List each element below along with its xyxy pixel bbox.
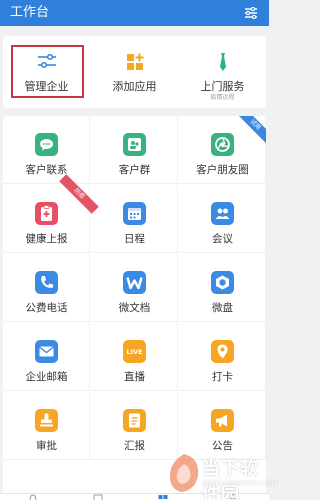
app-label: 客户联系 [25, 164, 68, 176]
app-schedule[interactable]: 日程 [91, 185, 178, 253]
app-approval[interactable]: 审批 [3, 392, 90, 460]
onsite-service-button[interactable]: 上门服务 疫情远程 [179, 36, 266, 108]
app-label: 会议 [212, 233, 233, 245]
app-label: 审批 [36, 440, 57, 452]
app-label: 微盘 [212, 302, 233, 314]
tab-email-icon[interactable] [93, 494, 103, 500]
app-wedoc[interactable]: 微文档 [91, 254, 178, 322]
app-label: 客户朋友圈 [196, 164, 249, 176]
quick-actions-card: 管理企业 添加应用 上门服务 疫情远程 [3, 36, 266, 108]
app-health-report[interactable]: 健康上报 防疫 [3, 174, 99, 253]
svg-text:LIVE: LIVE [126, 348, 142, 356]
app-label: 直播 [124, 371, 145, 383]
app-drive[interactable]: 微盘 [179, 254, 266, 322]
people-icon [211, 202, 234, 225]
app-customer-contact[interactable]: 客户联系 [3, 116, 90, 184]
live-icon: LIVE [123, 340, 146, 363]
watermark-url: www.downxia.com [202, 478, 277, 487]
group-icon [123, 133, 146, 156]
stamp-icon [35, 409, 58, 432]
drive-icon [211, 271, 234, 294]
app-header: 工作台 [0, 0, 269, 26]
app-live[interactable]: LIVE 直播 [91, 323, 178, 391]
highlight-box [11, 45, 84, 98]
app-label: 日程 [124, 233, 145, 245]
report-icon [123, 409, 146, 432]
onsite-service-sublabel: 疫情远程 [210, 94, 235, 101]
w-doc-icon [123, 271, 146, 294]
manage-enterprise-button[interactable]: 管理企业 [3, 36, 90, 108]
trial-ribbon: 试用 [235, 116, 266, 145]
app-meeting[interactable]: 会议 [179, 185, 266, 253]
onsite-service-label: 上门服务 [200, 80, 245, 93]
watermark-logo-icon [170, 454, 199, 492]
app-customer-moments[interactable]: 客户朋友圈 试用 [179, 116, 266, 184]
add-app-button[interactable]: 添加应用 [91, 36, 178, 108]
add-app-icon [127, 53, 144, 70]
app-public-phone[interactable]: 公费电话 [3, 254, 90, 322]
app-label: 微文档 [118, 302, 151, 314]
clipboard-plus-icon [35, 202, 58, 225]
calendar-icon [123, 202, 146, 225]
page-title: 工作台 [10, 5, 50, 20]
mail-icon [35, 340, 58, 363]
app-label: 健康上报 [25, 233, 68, 245]
app-label: 公费电话 [25, 302, 68, 314]
app-label: 企业邮箱 [25, 371, 68, 383]
megaphone-icon [211, 409, 234, 432]
add-app-label: 添加应用 [112, 80, 157, 93]
app-grid: 客户联系 客户群 客户朋友圈 试用 健康上报 防疫 日程 会议 公费电话 微文档… [3, 116, 266, 500]
app-check-in[interactable]: 打卡 [179, 323, 266, 391]
app-enterprise-mail[interactable]: 企业邮箱 [3, 323, 90, 391]
sliders-icon[interactable] [244, 7, 258, 19]
chat-icon [35, 133, 58, 156]
app-label: 客户群 [118, 164, 151, 176]
site-watermark: 当下软件园 www.downxia.com [164, 448, 277, 500]
app-label: 打卡 [212, 371, 233, 383]
aperture-icon [211, 133, 234, 156]
phone-icon [35, 271, 58, 294]
watermark-text: 当下软件园 [202, 458, 259, 500]
app-customer-group[interactable]: 客户群 [91, 116, 178, 184]
tab-message-icon[interactable] [28, 494, 38, 500]
location-icon [211, 340, 234, 363]
tie-icon [220, 53, 226, 71]
